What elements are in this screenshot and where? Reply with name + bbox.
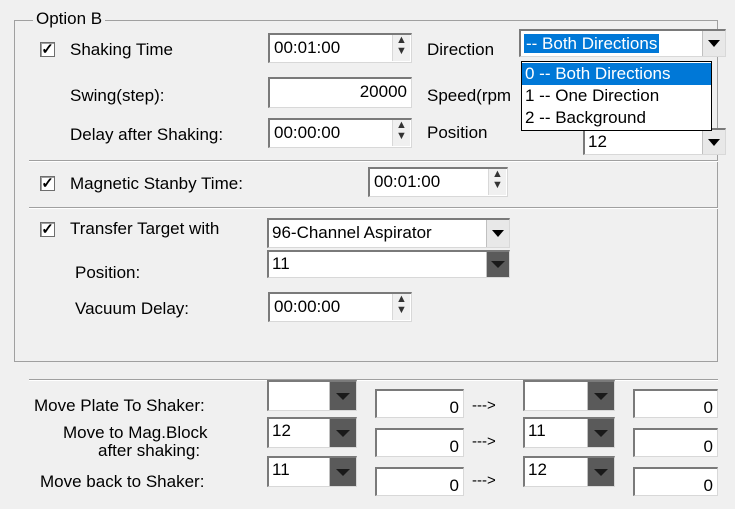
direction-selected-value: -- Both Directions <box>522 33 661 54</box>
shaking-time-checkbox[interactable]: ✓ <box>40 42 55 57</box>
shaking-time-input[interactable]: 00:01:00 <box>268 33 412 63</box>
back-to-shaker-from-dropdown-button[interactable] <box>329 458 356 486</box>
transfer-target-dropdown-button[interactable] <box>486 220 509 247</box>
move-plate-from-offset-value: 0 <box>449 398 459 417</box>
magnetic-standby-label: Magnetic Stanby Time: <box>70 174 243 193</box>
direction-label: Direction <box>427 40 495 59</box>
direction-dropdown-button[interactable] <box>702 31 725 56</box>
vacuum-spinner[interactable]: ▲ ▼ <box>392 294 410 320</box>
transfer-position-label: Position: <box>75 263 141 282</box>
mag-block-from-offset[interactable]: 0 <box>375 428 464 457</box>
mag-block-from-value: 12 <box>272 421 291 440</box>
chevron-down-icon <box>336 468 350 476</box>
back-to-shaker-from-offset-value: 0 <box>449 476 459 495</box>
move-plate-to-offset-value: 0 <box>703 398 713 417</box>
mag-block-from-offset-value: 0 <box>449 437 459 456</box>
transfer-position-value: 11 <box>272 254 290 273</box>
mag-block-to-value: 11 <box>528 421 546 440</box>
move-back-to-shaker-label: Move back to Shaker: <box>40 472 205 491</box>
transfer-target-checkbox[interactable]: ✓ <box>40 222 55 237</box>
move-plate-from-dropdown-button[interactable] <box>329 382 356 410</box>
shaking-time-value: 00:01:00 <box>274 38 341 57</box>
transfer-position-dropdown-button[interactable] <box>486 252 509 277</box>
transfer-target-select[interactable]: 96-Channel Aspirator <box>267 218 510 248</box>
spin-down-icon[interactable]: ▼ <box>393 305 410 316</box>
delay-after-shaking-value: 00:00:00 <box>274 123 341 142</box>
arrow-icon: ---> <box>472 433 496 450</box>
back-to-shaker-to-dropdown-button[interactable] <box>587 458 614 486</box>
magnetic-spinner[interactable]: ▲ ▼ <box>488 169 506 195</box>
spin-down-icon[interactable]: ▼ <box>489 180 506 191</box>
magnetic-standby-checkbox[interactable]: ✓ <box>40 176 55 191</box>
move-to-mag-block-label-2: after shaking: <box>98 441 201 460</box>
direction-select[interactable]: -- Both Directions <box>519 29 726 57</box>
mag-block-to-dropdown-button[interactable] <box>587 419 614 447</box>
back-to-shaker-to-select[interactable]: 12 <box>523 456 615 487</box>
mag-block-from-select[interactable]: 12 <box>267 417 357 448</box>
vacuum-delay-label: Vacuum Delay: <box>75 299 190 318</box>
move-plate-to-shaker-label: Move Plate To Shaker: <box>34 396 205 415</box>
move-to-mag-block-label: Move to Mag.Block <box>63 423 208 442</box>
chevron-down-icon <box>708 40 720 47</box>
swing-label: Swing(step): <box>70 86 165 105</box>
magnetic-standby-input[interactable]: 00:01:00 <box>368 167 508 197</box>
chevron-down-icon <box>594 429 608 437</box>
position-select[interactable]: 12 <box>583 128 726 155</box>
vacuum-delay-value: 00:00:00 <box>274 297 341 316</box>
vacuum-delay-input[interactable]: 00:00:00 <box>268 292 412 322</box>
move-plate-to-select[interactable] <box>523 380 615 411</box>
swing-value: 20000 <box>359 82 407 101</box>
chevron-down-icon <box>491 261 505 268</box>
position-label: Position <box>427 123 488 142</box>
divider <box>29 207 718 209</box>
spin-down-icon[interactable]: ▼ <box>393 46 410 57</box>
mag-block-from-dropdown-button[interactable] <box>329 419 356 447</box>
chevron-down-icon <box>492 230 504 237</box>
back-to-shaker-from-offset[interactable]: 0 <box>375 467 464 496</box>
swing-input[interactable]: 20000 <box>268 77 412 108</box>
shaking-time-spinner[interactable]: ▲ ▼ <box>392 35 410 61</box>
shaking-time-label: Shaking Time <box>70 40 173 59</box>
move-plate-from-offset[interactable]: 0 <box>375 389 464 418</box>
chevron-down-icon <box>594 392 608 400</box>
back-to-shaker-from-value: 11 <box>272 460 290 479</box>
spin-down-icon[interactable]: ▼ <box>393 131 410 142</box>
move-plate-from-select[interactable] <box>267 380 357 411</box>
back-to-shaker-to-value: 12 <box>528 460 547 479</box>
mag-block-to-select[interactable]: 11 <box>523 417 615 448</box>
mag-block-to-offset-value: 0 <box>703 437 713 456</box>
mag-block-to-offset[interactable]: 0 <box>633 428 718 457</box>
move-plate-to-dropdown-button[interactable] <box>587 382 614 410</box>
arrow-icon: ---> <box>472 472 496 489</box>
delay-after-shaking-label: Delay after Shaking: <box>70 125 224 144</box>
back-to-shaker-to-offset-value: 0 <box>703 476 713 495</box>
divider <box>29 160 718 162</box>
back-to-shaker-from-select[interactable]: 11 <box>267 456 357 487</box>
delay-after-shaking-input[interactable]: 00:00:00 <box>268 118 412 148</box>
chevron-down-icon <box>336 429 350 437</box>
direction-option-one[interactable]: 1 -- One Direction <box>522 85 711 107</box>
back-to-shaker-to-offset[interactable]: 0 <box>633 467 718 496</box>
chevron-down-icon <box>594 468 608 476</box>
transfer-target-value: 96-Channel Aspirator <box>272 223 432 242</box>
group-title: Option B <box>33 9 106 29</box>
chevron-down-icon <box>708 138 720 146</box>
position-dropdown-button[interactable] <box>702 130 725 154</box>
transfer-target-label: Transfer Target with <box>70 219 220 238</box>
magnetic-standby-value: 00:01:00 <box>374 172 441 191</box>
move-plate-to-offset[interactable]: 0 <box>633 389 718 418</box>
position-selected-value: 12 <box>588 132 607 151</box>
chevron-down-icon <box>336 392 350 400</box>
direction-option-background[interactable]: 2 -- Background <box>522 107 711 129</box>
arrow-icon: ---> <box>472 397 496 414</box>
speed-label: Speed(rpm <box>427 86 512 105</box>
direction-option-both[interactable]: 0 -- Both Directions <box>522 63 711 85</box>
direction-options-list: 0 -- Both Directions 1 -- One Direction … <box>521 61 712 131</box>
delay-spinner[interactable]: ▲ ▼ <box>392 120 410 146</box>
transfer-position-select[interactable]: 11 <box>267 250 510 278</box>
